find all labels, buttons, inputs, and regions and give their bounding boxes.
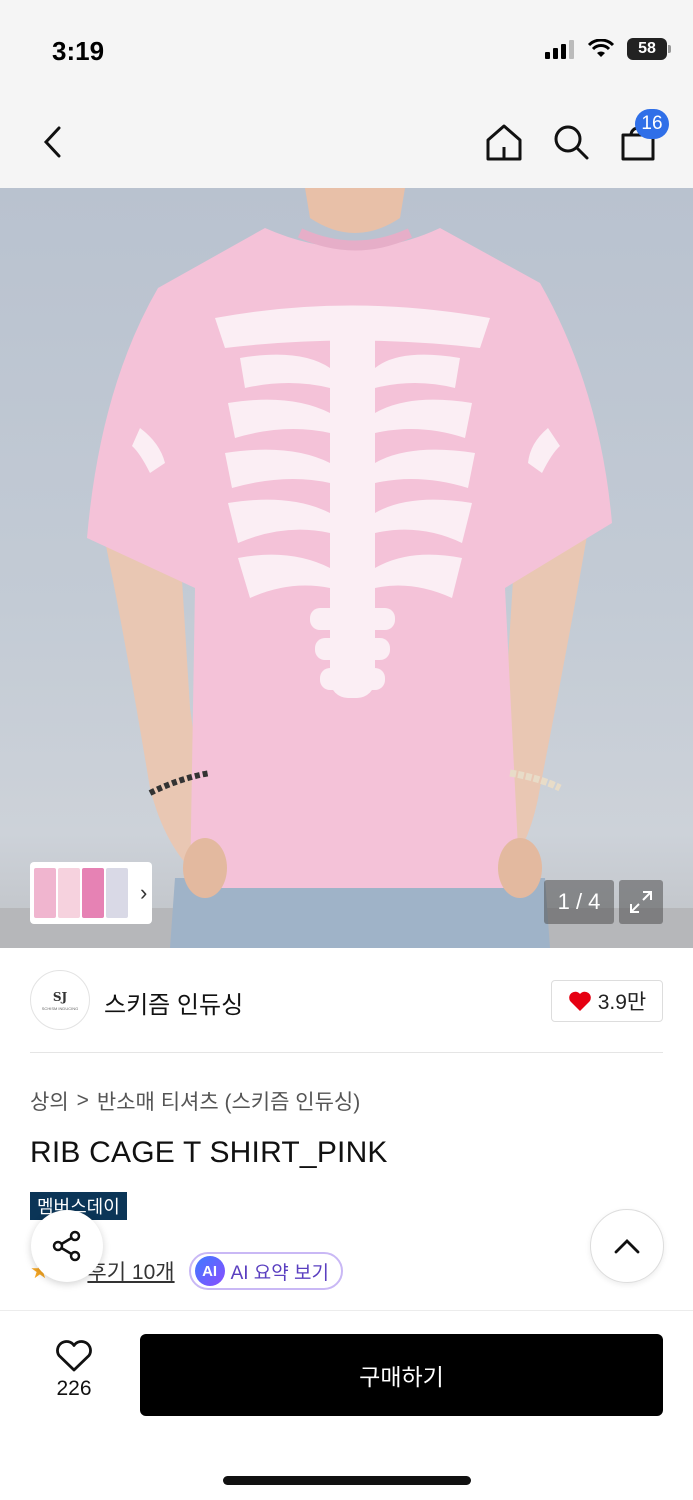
status-time: 3:19 xyxy=(52,36,105,66)
heart-filled-icon xyxy=(568,991,591,1011)
thumbnail-strip[interactable]: › xyxy=(30,862,152,924)
buy-button[interactable]: 구매하기 xyxy=(140,1334,663,1416)
cart-button[interactable]: 16 xyxy=(613,109,669,167)
brand-logo-sub: SCHISM INDUCING xyxy=(41,1005,79,1011)
cart-count-badge: 16 xyxy=(635,109,669,139)
expand-image-button[interactable] xyxy=(619,880,663,924)
expand-icon xyxy=(630,891,652,913)
ai-summary-label: AI 요약 보기 xyxy=(230,1262,330,1284)
battery-icon: 58 xyxy=(627,38,671,60)
brand-like-count: 3.9만 xyxy=(597,991,647,1014)
chevron-up-icon xyxy=(614,1239,640,1254)
ai-summary-button[interactable]: AI AI 요약 보기 xyxy=(188,1252,344,1290)
product-title: RIB CAGE T SHIRT_PINK xyxy=(30,1136,388,1169)
thumbnail-1[interactable] xyxy=(34,868,56,918)
status-icons: 58 xyxy=(545,38,671,60)
brand-row: SJ SCHISM INDUCING 스키즘 인듀싱 3.9만 xyxy=(30,970,663,1032)
status-bar: 3:19 58 xyxy=(0,0,693,95)
top-navbar: 16 xyxy=(0,95,693,188)
signal-icon xyxy=(545,40,574,59)
wifi-icon xyxy=(587,39,615,57)
brand-logo-mark: SJ xyxy=(52,989,68,1004)
wishlist-count: 226 xyxy=(56,1377,92,1400)
wishlist-button[interactable]: 226 xyxy=(40,1339,108,1401)
thumbnail-2[interactable] xyxy=(58,868,80,918)
brand-like-button[interactable]: 3.9만 xyxy=(551,980,663,1022)
thumbnail-arrow-icon[interactable]: › xyxy=(140,880,147,906)
heart-outline-icon xyxy=(56,1340,92,1372)
chevron-left-icon xyxy=(43,126,61,158)
thumbnail-3[interactable] xyxy=(82,868,104,918)
thumbnail-4[interactable] xyxy=(106,868,128,918)
breadcrumb-subcategory[interactable]: 반소매 티셔츠 (스키즘 인듀싱) xyxy=(97,1086,360,1116)
home-button[interactable] xyxy=(479,117,529,167)
scroll-top-button[interactable] xyxy=(590,1209,664,1283)
search-icon xyxy=(554,125,589,160)
home-icon xyxy=(486,124,522,161)
search-button[interactable] xyxy=(546,117,596,167)
share-icon xyxy=(52,1230,81,1262)
product-image-gallery[interactable]: › 1 / 4 xyxy=(0,188,693,948)
home-indicator xyxy=(223,1476,471,1485)
product-photo xyxy=(87,188,612,948)
back-button[interactable] xyxy=(28,117,78,167)
brand-name[interactable]: 스키즘 인듀싱 xyxy=(104,985,243,1020)
bottom-action-bar: 226 구매하기 xyxy=(0,1310,693,1500)
breadcrumb-category[interactable]: 상의 xyxy=(30,1086,69,1116)
image-page-counter: 1 / 4 xyxy=(544,880,614,924)
breadcrumb-separator-icon: > xyxy=(76,1089,89,1112)
ai-badge-icon: AI xyxy=(194,1256,225,1286)
breadcrumb: 상의 > 반소매 티셔츠 (스키즘 인듀싱) xyxy=(30,1086,360,1116)
review-link[interactable]: 후기 10개 xyxy=(87,1256,174,1286)
divider xyxy=(30,1052,663,1053)
brand-logo[interactable]: SJ SCHISM INDUCING xyxy=(30,970,90,1030)
share-button[interactable] xyxy=(31,1210,103,1282)
